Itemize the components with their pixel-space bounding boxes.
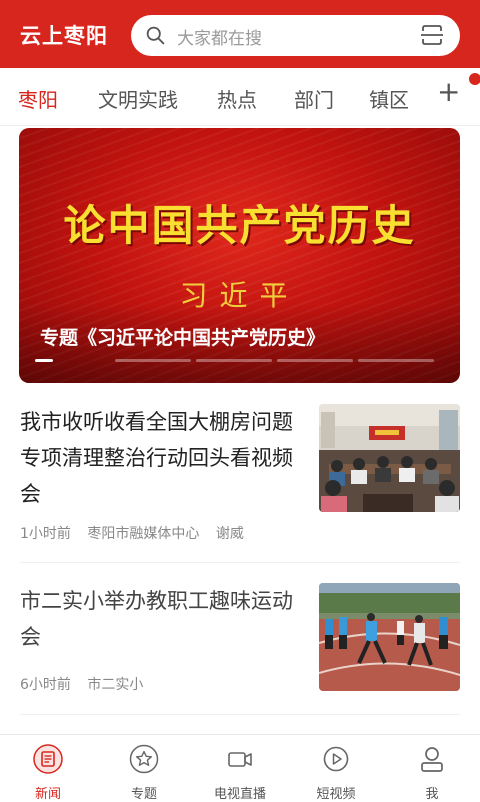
- news-thumbnail-meeting: [319, 404, 460, 512]
- news-thumbnail-sports: [319, 583, 460, 691]
- tab-hot[interactable]: 热点: [217, 84, 257, 113]
- news-title: 市二实小举办教职工趣味运动会: [20, 589, 293, 649]
- news-icon: [33, 744, 63, 774]
- carousel-indicator[interactable]: [35, 359, 53, 362]
- tab-zaoyang[interactable]: 枣阳: [18, 84, 58, 113]
- nav-label: 短视频: [316, 787, 356, 802]
- carousel-indicator[interactable]: [196, 359, 272, 362]
- app-header: 云上枣阳 大家都在搜: [0, 0, 480, 68]
- carousel-indicator[interactable]: [277, 359, 353, 362]
- nav-label: 我: [425, 787, 439, 802]
- star-icon: [129, 744, 159, 774]
- add-tab-button[interactable]: +: [437, 78, 460, 106]
- search-bar[interactable]: 大家都在搜: [131, 15, 460, 56]
- banner-carousel[interactable]: 论中国共产党历史 习近平 专题《习近平论中国共产党历史》: [19, 128, 460, 383]
- news-author: 谢威: [215, 526, 244, 542]
- nav-label: 专题: [130, 787, 157, 802]
- news-time: 1小时前: [20, 526, 71, 542]
- news-source: 市二实小: [87, 677, 144, 693]
- bottom-navigation: 新闻 专题 电视直播 短视频 我: [0, 734, 480, 802]
- banner-caption: 专题《习近平论中国共产党历史》: [40, 327, 326, 349]
- nav-topics[interactable]: 专题: [96, 735, 192, 802]
- nav-short-video[interactable]: 短视频: [288, 735, 384, 802]
- tab-civilization-practice[interactable]: 文明实践: [98, 84, 178, 113]
- carousel-indicators: [35, 359, 445, 362]
- news-time: 6小时前: [20, 677, 71, 693]
- news-source: 枣阳市融媒体中心: [87, 526, 200, 542]
- news-item[interactable]: 我市收听收看全国大棚房问题专项清理整治行动回头看视频会 1小时前 枣阳市融媒体中…: [20, 404, 460, 544]
- divider: [20, 714, 460, 715]
- nav-label: 电视直播: [213, 787, 266, 802]
- search-placeholder: 大家都在搜: [177, 29, 262, 49]
- carousel-indicator[interactable]: [115, 359, 191, 362]
- banner-headline: 论中国共产党历史: [63, 201, 416, 250]
- nav-label: 新闻: [34, 787, 61, 802]
- notification-dot: [469, 73, 480, 85]
- news-meta: 6小时前 市二实小: [20, 674, 155, 694]
- tab-towns[interactable]: 镇区: [369, 84, 409, 113]
- carousel-indicator[interactable]: [358, 359, 434, 362]
- news-item[interactable]: 市二实小举办教职工趣味运动会 6小时前 市二实小: [20, 583, 460, 703]
- nav-news[interactable]: 新闻: [0, 735, 96, 802]
- nav-tv-live[interactable]: 电视直播: [192, 735, 288, 802]
- play-icon: [323, 746, 349, 772]
- scan-icon[interactable]: [420, 23, 444, 47]
- channel-tabs: 枣阳 文明实践 热点 部门 镇区 +: [0, 68, 480, 126]
- news-meta: 1小时前 枣阳市融媒体中心 谢威: [20, 523, 256, 543]
- tab-departments[interactable]: 部门: [294, 84, 334, 113]
- search-icon: [146, 26, 165, 45]
- nav-me[interactable]: 我: [384, 735, 480, 802]
- video-camera-icon: [228, 752, 252, 767]
- divider: [20, 562, 460, 563]
- app-title: 云上枣阳: [20, 24, 108, 48]
- news-title: 我市收听收看全国大棚房问题专项清理整治行动回头看视频会: [20, 410, 293, 506]
- user-icon: [421, 747, 443, 772]
